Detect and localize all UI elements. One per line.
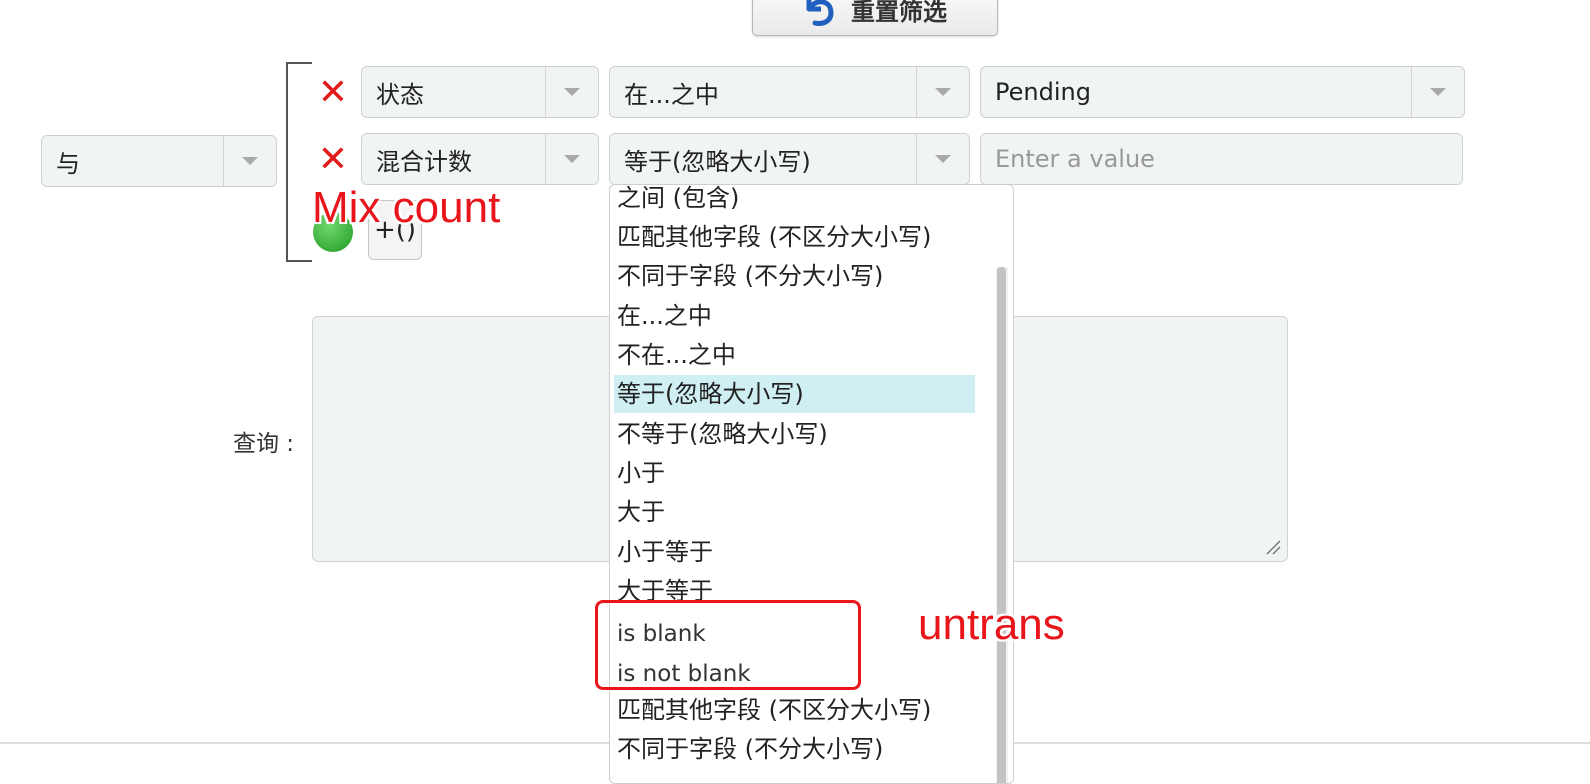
filter-row-1-value: Pending: [995, 78, 1091, 106]
reset-filter-button[interactable]: 重置筛选: [752, 0, 998, 36]
operator-option[interactable]: 不同于字段 (不分大小写): [614, 730, 883, 768]
chevron-down-icon: [916, 67, 969, 117]
filter-row-2-field-select[interactable]: 混合计数: [361, 133, 599, 185]
filter-row-1-operator-select[interactable]: 在...之中: [609, 66, 970, 118]
chevron-down-icon: [545, 134, 598, 184]
operator-option[interactable]: 大于: [614, 493, 665, 531]
annotation-untrans: untrans: [918, 600, 1065, 649]
resize-grip-icon[interactable]: [1263, 537, 1281, 555]
operator-option[interactable]: 小于等于: [614, 533, 713, 571]
chevron-down-icon: [223, 136, 276, 186]
group-operator-select[interactable]: 与: [41, 135, 277, 187]
filter-row-2-value-input[interactable]: Enter a value: [980, 133, 1463, 185]
annotation-untrans-box: [595, 600, 861, 690]
filter-row-2-field: 混合计数: [376, 147, 472, 176]
filter-row-2-value-placeholder: Enter a value: [995, 145, 1155, 173]
operator-option[interactable]: 小于: [614, 454, 665, 492]
operator-option[interactable]: 在...之中: [614, 297, 712, 335]
undo-icon: [806, 0, 834, 26]
operator-option[interactable]: 匹配其他字段 (不区分大小写): [614, 218, 931, 256]
chevron-down-icon: [916, 134, 969, 184]
remove-filter-row-1-icon[interactable]: ✕: [316, 75, 350, 111]
chevron-down-icon: [1411, 67, 1464, 117]
chevron-down-icon: [545, 67, 598, 117]
annotation-mix-count: Mix count: [312, 183, 501, 232]
filter-group-bracket: [286, 62, 312, 262]
operator-dropdown-list[interactable]: 之间 (包含) 匹配其他字段 (不区分大小写) 不同于字段 (不分大小写) 在.…: [609, 184, 1014, 784]
operator-option[interactable]: 不等于(忽略大小写): [614, 415, 828, 453]
filter-row-1-operator: 在...之中: [624, 80, 719, 109]
filter-row-1-value-select[interactable]: Pending: [980, 66, 1465, 118]
operator-option[interactable]: 不在...之中: [614, 336, 736, 374]
reset-filter-label: 重置筛选: [851, 0, 947, 26]
filter-row-1-field: 状态: [376, 80, 424, 109]
filter-row-2-operator: 等于(忽略大小写): [624, 147, 811, 176]
operator-option[interactable]: 不同于字段 (不分大小写): [614, 257, 883, 295]
filter-row-1-field-select[interactable]: 状态: [361, 66, 599, 118]
operator-option[interactable]: 之间 (包含): [614, 185, 739, 217]
dropdown-scrollbar-thumb[interactable]: [997, 267, 1006, 783]
query-label: 查询 :: [233, 431, 295, 457]
filter-row-2-operator-select[interactable]: 等于(忽略大小写): [609, 133, 970, 185]
group-operator-value: 与: [56, 149, 80, 178]
operator-option[interactable]: 匹配其他字段 (不区分大小写): [614, 691, 931, 729]
remove-filter-row-2-icon[interactable]: ✕: [316, 142, 350, 178]
operator-option-selected[interactable]: 等于(忽略大小写): [614, 375, 975, 413]
